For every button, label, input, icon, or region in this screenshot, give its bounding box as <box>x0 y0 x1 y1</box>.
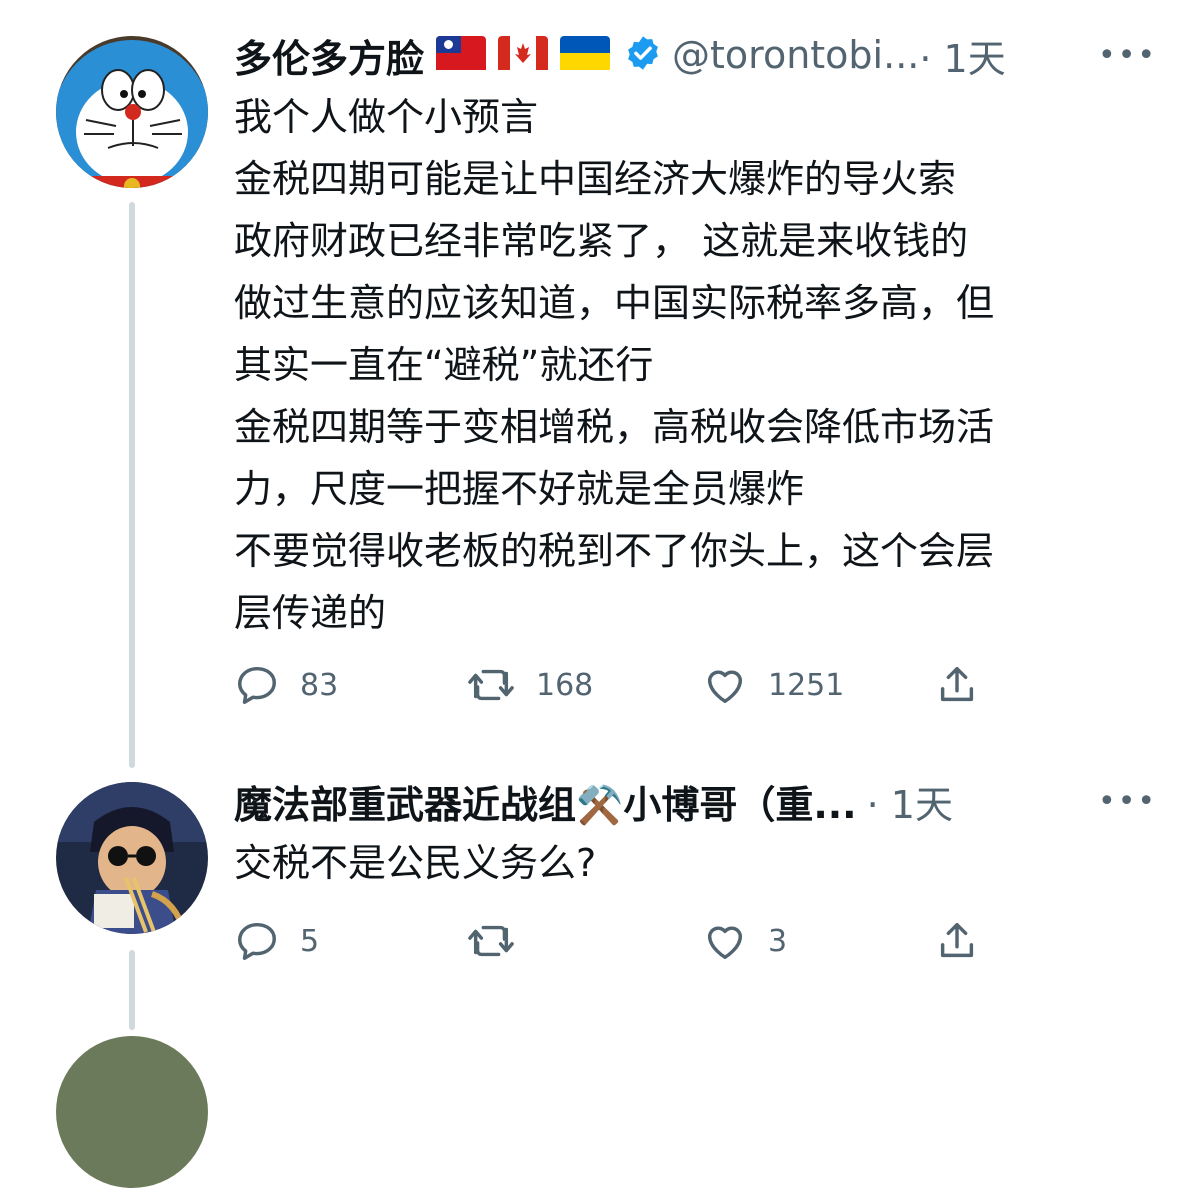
thread-connector-line <box>129 202 135 768</box>
avatar[interactable] <box>56 36 208 188</box>
like-count: 1251 <box>768 667 845 703</box>
heart-icon <box>707 926 743 960</box>
tweet-text-line: 层传递的 <box>234 591 387 635</box>
more-options-button[interactable]: ••• <box>1098 38 1157 73</box>
tweet-text-line: 政府财政已经非常吃紧了， 这就是来收钱的 <box>234 219 969 263</box>
retweet-count: 168 <box>536 667 594 703</box>
reply-count: 5 <box>300 923 320 959</box>
reply-icon <box>238 666 276 704</box>
share-icon <box>940 922 974 958</box>
retweet-icon <box>468 669 514 701</box>
ukraine-flag-icon <box>560 36 611 74</box>
tweet-timestamp[interactable]: · 1天 <box>919 28 1005 83</box>
tweet-action-bar: 5 3 <box>234 918 994 968</box>
tweet-text-line: 金税四期可能是让中国经济大爆炸的导火索 <box>234 157 957 201</box>
tweet-header: 多伦多方脸 @torontobi... · 1天 <box>234 28 1006 82</box>
tweet-action-bar: 83 168 1251 <box>234 662 994 712</box>
avatar[interactable] <box>56 1036 208 1188</box>
reply-button[interactable]: 83 <box>234 662 338 708</box>
retweet-button[interactable]: 168 <box>466 662 593 708</box>
author-name[interactable]: 多伦多方脸 <box>234 28 424 83</box>
author-handle[interactable]: @torontobi... <box>672 33 919 77</box>
canada-flag-icon <box>498 36 549 74</box>
thread-connector-line <box>129 950 135 1030</box>
tweet-text-line: 不要觉得收老板的税到不了你头上，这个会层 <box>234 529 995 573</box>
reply-icon <box>238 922 276 960</box>
taiwan-flag-icon <box>436 36 487 74</box>
tweet-timestamp[interactable]: · 1天 <box>867 774 953 829</box>
like-button[interactable]: 3 <box>702 918 787 964</box>
tweet-header: 魔法部重武器近战组⚒️小博哥（重... · 1天 <box>234 774 953 828</box>
tweet-text-line: 我个人做个小预言 <box>234 95 539 139</box>
share-button[interactable] <box>934 662 980 708</box>
tweet-text-line: 其实一直在“避税”就还行 <box>234 343 654 387</box>
avatar[interactable] <box>56 782 208 934</box>
retweet-icon <box>468 925 514 957</box>
share-icon <box>940 666 974 702</box>
tweet-text-line: 做过生意的应该知道，中国实际税率多高，但 <box>234 281 995 325</box>
tweet-text-line: 交税不是公民义务么? <box>234 841 597 885</box>
reply-count: 83 <box>300 667 339 703</box>
share-button[interactable] <box>934 918 980 964</box>
verified-badge-icon <box>624 34 662 76</box>
tweet-text-line: 金税四期等于变相增税，高税收会降低市场活 <box>234 405 995 449</box>
more-options-button[interactable]: ••• <box>1098 784 1157 819</box>
author-name[interactable]: 魔法部重武器近战组⚒️小博哥（重... <box>234 774 857 829</box>
heart-icon <box>707 670 743 704</box>
doraemon-avatar-icon <box>56 36 208 188</box>
anime-character-avatar-icon <box>56 782 208 934</box>
like-count: 3 <box>768 923 788 959</box>
tweet-text-line: 力，尺度一把握不好就是全员爆炸 <box>234 467 805 511</box>
tweet-text: 交税不是公民义务么? <box>234 832 596 894</box>
like-button[interactable]: 1251 <box>702 662 844 708</box>
retweet-button[interactable] <box>466 918 536 964</box>
tweet-text: 我个人做个小预言 金税四期可能是让中国经济大爆炸的导火索 政府财政已经非常吃紧了… <box>234 86 994 644</box>
reply-button[interactable]: 5 <box>234 918 319 964</box>
